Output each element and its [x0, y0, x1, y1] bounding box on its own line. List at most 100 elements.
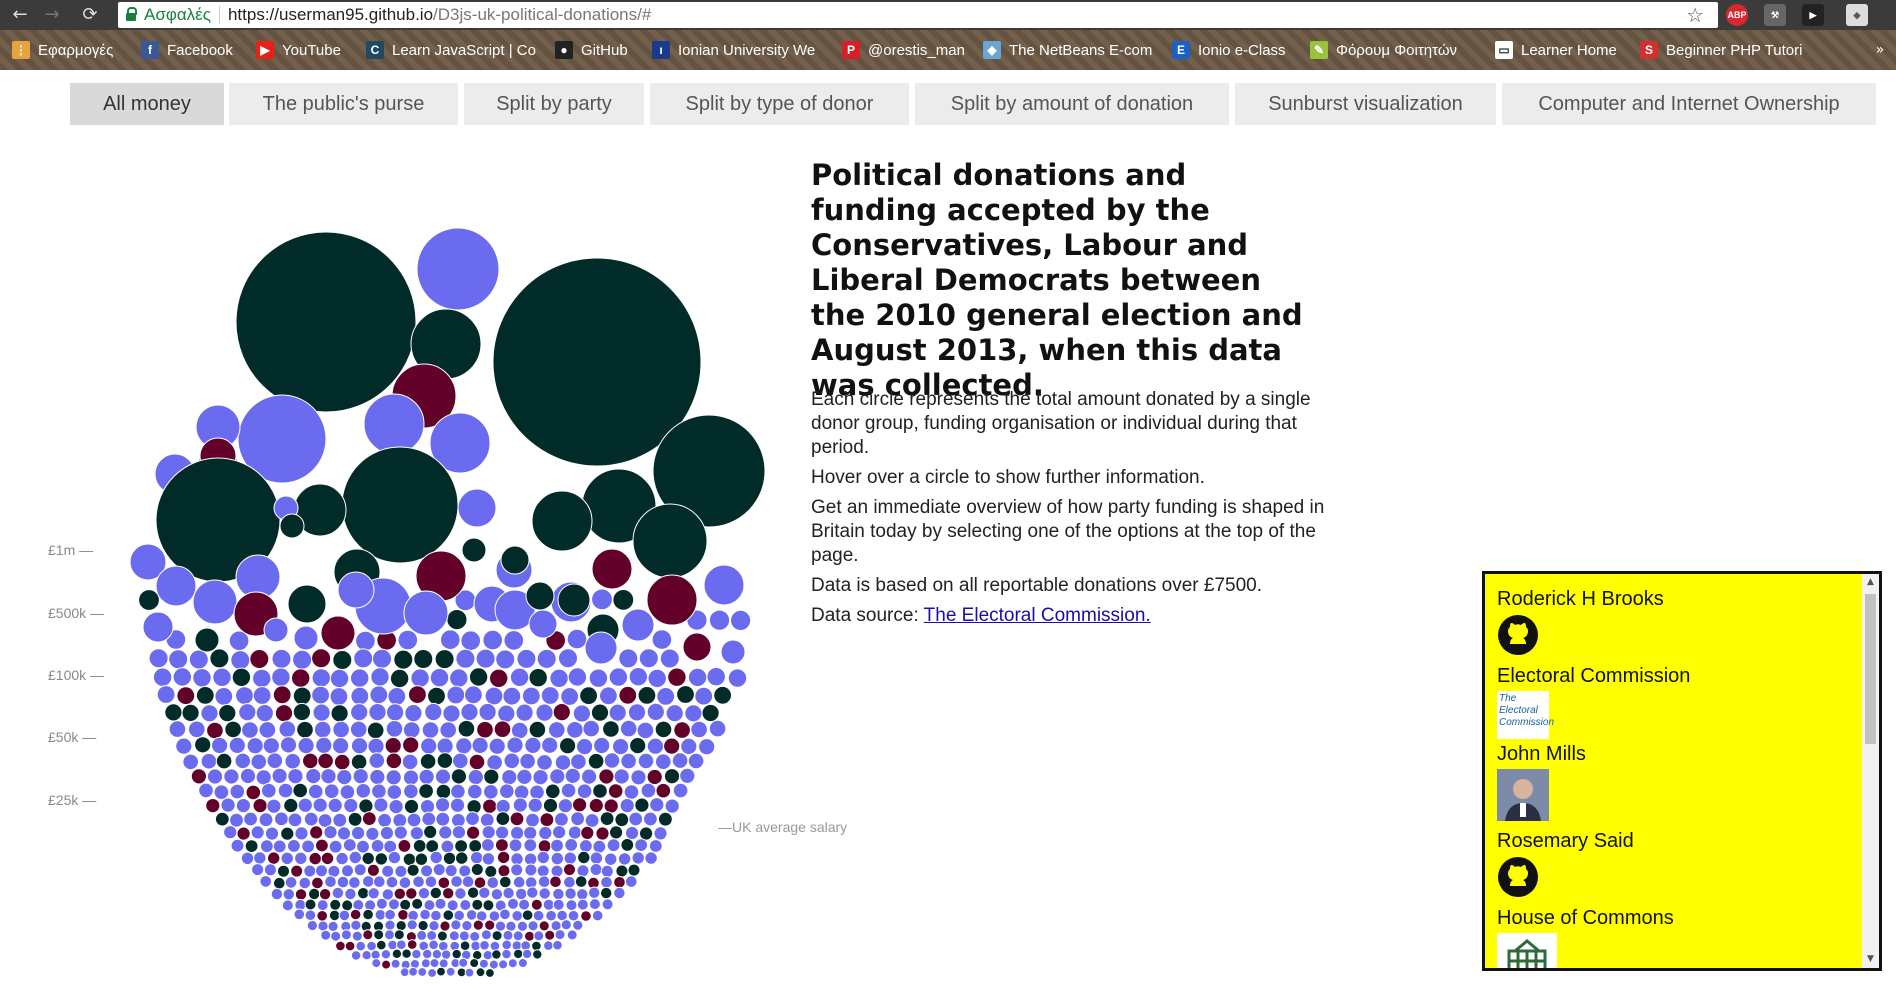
donation-circle[interactable] — [501, 939, 513, 951]
donation-circle[interactable] — [566, 721, 584, 739]
donation-circle[interactable] — [639, 826, 654, 841]
donation-circle[interactable] — [469, 931, 481, 942]
tab-split-by-type-of-donor[interactable]: Split by type of donor — [650, 83, 909, 125]
donation-circle[interactable] — [312, 703, 331, 722]
donation-circle[interactable] — [361, 950, 372, 961]
donation-circle[interactable] — [235, 686, 254, 705]
forward-arrow-icon[interactable]: → — [40, 3, 64, 27]
donation-circle[interactable] — [497, 704, 516, 723]
donation-circle[interactable] — [521, 909, 534, 922]
donation-circle[interactable] — [543, 940, 554, 951]
donation-circle[interactable] — [429, 850, 443, 865]
donation-circle[interactable] — [434, 649, 455, 670]
donation-circle[interactable] — [563, 851, 577, 865]
donation-circle[interactable] — [332, 737, 350, 755]
donation-circle[interactable] — [230, 650, 251, 671]
donation-circle[interactable] — [600, 886, 613, 900]
donation-circle[interactable] — [434, 897, 447, 910]
donation-circle[interactable] — [584, 813, 600, 828]
donation-circle[interactable] — [338, 909, 351, 922]
donation-circle[interactable] — [411, 948, 422, 960]
donation-circle[interactable] — [527, 920, 539, 932]
donation-circle[interactable] — [694, 686, 714, 706]
donation-circle[interactable] — [301, 839, 316, 854]
donation-circle[interactable] — [370, 949, 381, 960]
donation-circle[interactable] — [442, 887, 455, 900]
donation-circle[interactable] — [464, 685, 483, 705]
youtube-extension-icon[interactable]: ▶ — [1802, 4, 1824, 26]
donation-circle[interactable] — [484, 686, 504, 706]
donation-circle[interactable] — [240, 851, 255, 865]
bookmark-9[interactable]: ✎ Φόρουμ Φοιτητών — [1310, 40, 1480, 60]
donation-circle[interactable] — [320, 929, 332, 941]
donation-circle[interactable] — [420, 864, 434, 878]
tab-the-public-s-purse[interactable]: The public's purse — [229, 83, 458, 125]
donation-circle[interactable] — [701, 703, 720, 723]
donation-circle[interactable] — [535, 703, 554, 722]
donation-circle[interactable] — [350, 686, 370, 706]
back-arrow-icon[interactable]: ← — [8, 3, 32, 27]
donation-circle[interactable] — [532, 769, 549, 786]
donation-circle[interactable] — [214, 687, 234, 706]
donation-circle[interactable] — [367, 887, 380, 900]
donation-circle[interactable] — [582, 719, 601, 738]
donation-circle[interactable] — [434, 768, 452, 785]
donation-circle[interactable] — [458, 930, 470, 942]
donation-circle[interactable] — [373, 797, 389, 813]
donation-circle[interactable] — [475, 967, 486, 978]
donation-circle[interactable] — [684, 704, 703, 723]
donation-circle[interactable] — [530, 898, 543, 911]
tab-split-by-amount-of-donation[interactable]: Split by amount of donation — [915, 83, 1229, 125]
donation-circle[interactable] — [350, 919, 362, 931]
donation-circle[interactable] — [323, 783, 340, 800]
donation-circle[interactable] — [567, 667, 588, 687]
donation-circle[interactable] — [258, 721, 277, 739]
donation-circle[interactable] — [335, 851, 349, 866]
donation-circle[interactable] — [316, 910, 329, 922]
donation-circle[interactable] — [387, 939, 398, 951]
donation-circle[interactable] — [613, 768, 630, 785]
donation-circle[interactable] — [442, 851, 457, 865]
tab-computer-and-internet-ownership[interactable]: Computer and Internet Ownership — [1502, 83, 1876, 125]
donor-name[interactable]: Roderick H Brooks — [1497, 586, 1847, 612]
donation-circle[interactable] — [638, 648, 659, 669]
donation-circle[interactable] — [478, 702, 497, 722]
donation-circle[interactable] — [541, 736, 559, 754]
donation-circle[interactable] — [481, 838, 495, 852]
bookmark-0[interactable]: ⋮ Εφαρμογές — [12, 40, 127, 60]
donation-circle[interactable] — [168, 649, 189, 670]
donation-circle[interactable] — [493, 720, 512, 739]
donation-circle[interactable] — [435, 811, 451, 827]
donation-circle[interactable] — [564, 838, 579, 852]
donation-circle[interactable] — [206, 768, 224, 785]
donation-circle[interactable] — [329, 687, 349, 706]
donation-circle[interactable] — [155, 565, 197, 607]
donation-circle[interactable] — [536, 648, 557, 669]
donation-circle[interactable] — [451, 825, 466, 840]
donation-circle[interactable] — [283, 797, 299, 814]
donation-circle[interactable] — [367, 737, 385, 755]
donation-circle[interactable] — [564, 887, 577, 900]
donation-circle[interactable] — [570, 811, 585, 827]
donation-circle[interactable] — [292, 782, 309, 799]
donation-circle[interactable] — [350, 703, 369, 722]
donation-circle[interactable] — [304, 898, 317, 911]
donation-circle[interactable] — [293, 908, 306, 921]
donation-circle[interactable] — [603, 798, 619, 814]
donation-circle[interactable] — [138, 589, 160, 611]
donation-circle[interactable] — [347, 811, 363, 827]
donation-circle[interactable] — [539, 812, 555, 828]
donation-circle[interactable] — [572, 704, 592, 723]
donation-circle[interactable] — [388, 799, 404, 815]
donation-circle[interactable] — [529, 784, 545, 801]
donation-circle[interactable] — [284, 752, 302, 770]
donation-circle[interactable] — [491, 930, 503, 942]
donation-circle[interactable] — [672, 782, 689, 799]
donation-circle[interactable] — [341, 446, 459, 564]
donation-circle[interactable] — [437, 876, 451, 890]
donation-circle[interactable] — [495, 811, 511, 826]
donation-circle[interactable] — [542, 797, 559, 814]
donation-circle[interactable] — [385, 752, 403, 770]
donation-circle[interactable] — [331, 886, 345, 900]
donation-circle[interactable] — [507, 958, 518, 969]
